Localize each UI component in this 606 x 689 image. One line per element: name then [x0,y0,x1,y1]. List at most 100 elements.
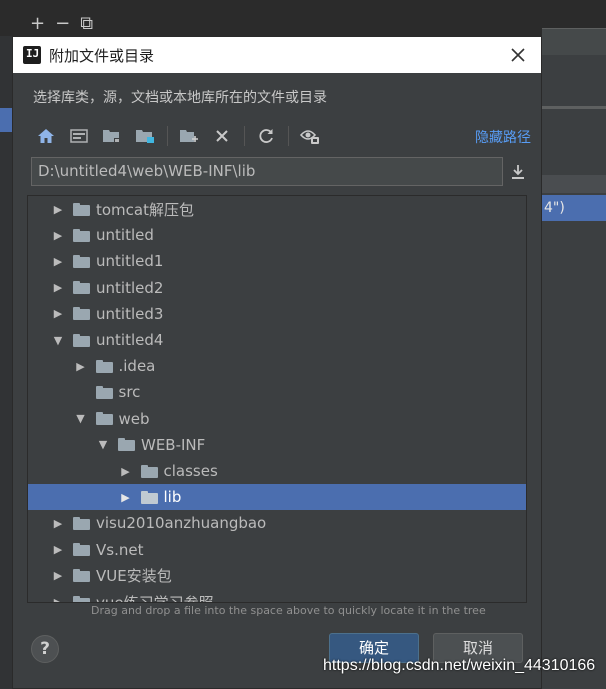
hide-path-link[interactable]: 隐藏路径 [475,127,531,147]
tree-row-label: src [118,383,141,402]
background-right-panel [542,36,606,689]
tree-row-label: .idea [118,357,156,376]
chevron-right-icon[interactable]: ▶ [120,491,132,504]
tree-row[interactable]: ▼ web [28,406,526,432]
tree-row-label: untitled [96,226,154,245]
tree-row-label: Vs.net [96,540,144,559]
toolbar-separator [167,126,168,146]
close-button[interactable] [507,44,529,66]
intellij-logo-icon: IJ [21,44,43,66]
chevron-right-icon[interactable]: ▶ [52,203,64,216]
tree-row-label: WEB-INF [141,435,206,454]
new-folder-icon [180,130,198,142]
show-hidden-button[interactable] [299,125,321,147]
folder-icon [95,359,113,373]
remove-icon[interactable]: − [55,13,70,34]
download-icon [512,165,524,179]
path-field[interactable]: D:\untitled4\web\WEB-INF\lib [31,157,503,186]
download-button[interactable] [507,161,529,183]
tree-row[interactable]: ▼ untitled4 [28,327,526,353]
folder-icon [118,438,135,452]
tree-row-label: vue练习学习参照 [96,593,214,603]
chevron-down-icon[interactable]: ▼ [52,334,64,347]
tree-row[interactable]: ▶ tomcat解压包 [28,196,526,222]
folder-icon [73,228,90,242]
toolbar-separator [244,126,245,146]
tree-row-label: untitled1 [96,252,164,271]
help-button[interactable]: ? [31,635,59,663]
module-folder-button[interactable] [134,125,156,147]
chevron-right-icon[interactable]: ▶ [75,360,87,373]
tree-row-label: untitled4 [96,331,164,349]
tree-row[interactable]: ▶ classes [28,458,526,484]
folder-icon [95,385,113,399]
attach-files-dialog: IJ 附加文件或目录 选择库类，源，文档或本地库所在的文件或目录 隐藏路径 D:… [12,36,542,689]
chevron-right-icon[interactable]: ▶ [52,255,64,268]
tree-row[interactable]: ▼ WEB-INF [28,432,526,458]
close-icon [511,48,525,62]
background-right-selected-row: 4") [542,195,606,221]
folder-icon [73,569,90,583]
tree-row-label: visu2010anzhuangbao [96,514,267,533]
chevron-right-icon[interactable]: ▶ [52,569,64,582]
tree-row[interactable]: ▶ untitled [28,222,526,248]
background-left-panel [0,36,12,689]
tree-row-label: VUE安装包 [96,567,172,586]
refresh-button[interactable] [255,125,277,147]
copy-icon[interactable]: ⧉ [80,13,93,34]
refresh-icon [259,129,273,143]
tree-row-label: tomcat解压包 [96,200,194,219]
folder-icon [140,464,158,478]
delete-icon [216,130,228,142]
tree-row[interactable]: ▶ untitled3 [28,301,526,327]
folder-icon [73,543,90,557]
chevron-right-icon[interactable]: ▶ [52,281,64,294]
add-icon[interactable]: + [30,13,45,34]
tree-row[interactable]: ▶ visu2010anzhuangbao [28,510,526,536]
new-folder-button[interactable] [178,125,200,147]
watermark: https://blog.csdn.net/weixin_44310166 [323,657,596,674]
home-button[interactable] [35,125,57,147]
file-tree[interactable]: ▶ vue练习学习参照 ▶ VUE安装包 ▶ Vs.net ▶ visu2010anzhuan… [27,195,527,603]
chevron-right-icon[interactable]: ▶ [52,517,64,530]
desktop-icon [70,129,88,143]
tree-row[interactable]: ▶ vue练习学习参照 [28,589,526,603]
home-icon [38,129,54,143]
chevron-right-icon[interactable]: ▶ [120,465,132,478]
tree-row[interactable]: ▶ VUE安装包 [28,563,526,589]
folder-icon [95,412,113,426]
tree-row[interactable]: ▶ untitled1 [28,248,526,274]
chevron-right-icon[interactable]: ▶ [52,307,64,320]
tree-row-label: untitled3 [96,304,164,323]
tree-row-label: web [118,409,150,428]
toolbar-separator [288,126,289,146]
folder-icon [73,307,90,321]
background-toolbar: + − ⧉ [30,10,93,36]
tree-row-label: lib [163,488,182,507]
folder-icon [73,516,90,530]
tree-row[interactable]: src [28,379,526,405]
folder-icon [73,254,90,268]
background-left-selection [0,108,12,132]
module-folder-icon [136,130,154,143]
chevron-down-icon[interactable]: ▼ [75,412,87,425]
drag-drop-hint: Drag and drop a file into the space abov… [91,604,486,617]
tree-row[interactable]: ▶ Vs.net [28,537,526,563]
chevron-down-icon[interactable]: ▼ [97,438,109,451]
tree-row[interactable]: ▶ .idea [28,353,526,379]
desktop-button[interactable] [68,125,90,147]
dialog-title: 附加文件或目录 [49,46,155,65]
chevron-right-icon[interactable]: ▶ [52,229,64,242]
project-folder-icon [103,130,120,143]
background-right-header [542,175,606,193]
delete-button[interactable] [211,125,233,147]
chevron-right-icon[interactable]: ▶ [52,596,64,603]
tree-row[interactable]: ▶ untitled2 [28,275,526,301]
project-folder-button[interactable] [101,125,123,147]
dialog-description: 选择库类，源，文档或本地库所在的文件或目录 [33,90,327,106]
folder-icon [73,595,90,602]
folder-icon [73,281,90,295]
chevron-right-icon[interactable]: ▶ [52,543,64,556]
tree-row[interactable]: ▶ lib [28,484,526,511]
